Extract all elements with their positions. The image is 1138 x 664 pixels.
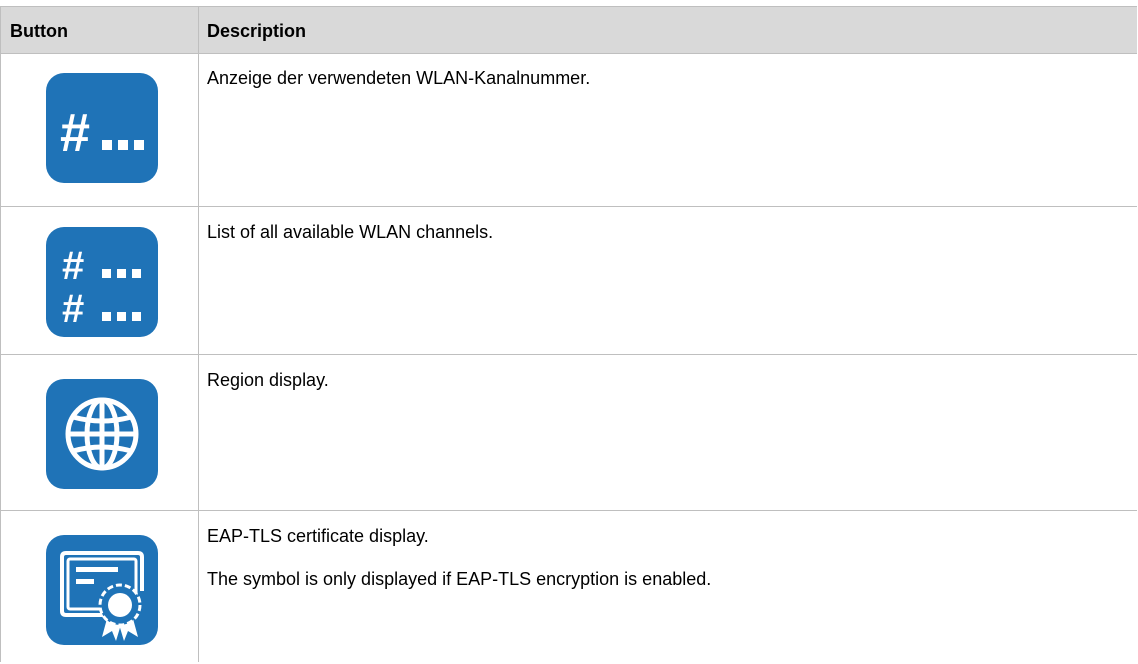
header-description: Description <box>207 21 307 41</box>
description-note: The symbol is only displayed if EAP-TLS … <box>207 569 712 589</box>
table-row: Region display. <box>0 355 1137 510</box>
globe-icon <box>46 379 158 489</box>
certificate-icon <box>46 535 158 645</box>
description-text: EAP-TLS certificate display. <box>207 526 429 546</box>
channel-list-icon: # # <box>46 227 158 337</box>
table-row: EAP-TLS certificate display. The symbol … <box>0 511 1137 662</box>
button-description-table: Button Description # Anzeige der verwend… <box>0 0 1137 662</box>
description-text: Anzeige der verwendeten WLAN-Kanalnummer… <box>207 68 591 88</box>
row-description: EAP-TLS certificate display. The symbol … <box>207 525 711 590</box>
table-row: # # List of all available WLAN channels. <box>0 207 1137 354</box>
row-description: Region display. <box>207 369 329 391</box>
table-row: # Anzeige der verwendeten WLAN-Kanalnumm… <box>0 53 1137 206</box>
svg-text:#: # <box>60 103 90 163</box>
row-description: Anzeige der verwendeten WLAN-Kanalnummer… <box>207 67 590 89</box>
table-header: Button Description <box>0 6 1137 54</box>
header-button: Button <box>10 21 68 41</box>
svg-text:#: # <box>62 244 84 288</box>
channel-number-icon: # <box>46 73 158 183</box>
row-description: List of all available WLAN channels. <box>207 221 493 243</box>
svg-text:#: # <box>62 287 84 331</box>
description-text: Region display. <box>207 370 329 390</box>
description-text: List of all available WLAN channels. <box>207 222 494 242</box>
